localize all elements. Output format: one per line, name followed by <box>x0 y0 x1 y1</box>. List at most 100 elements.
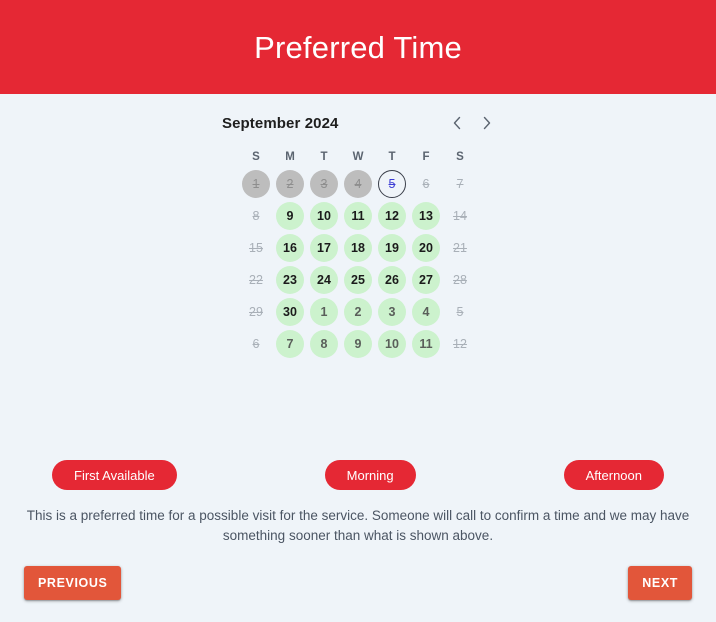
calendar-day-available[interactable]: 20 <box>412 234 440 262</box>
calendar-day-available[interactable]: 13 <box>412 202 440 230</box>
calendar-cell: 8 <box>307 328 341 360</box>
time-option-button[interactable]: Morning <box>324 460 416 490</box>
calendar-day-available[interactable]: 4 <box>412 298 440 326</box>
calendar-header: September 2024 <box>210 108 506 138</box>
calendar-cell: 13 <box>409 200 443 232</box>
calendar-cell: 18 <box>341 232 375 264</box>
calendar-cell: 23 <box>273 264 307 296</box>
calendar-day-available[interactable]: 1 <box>310 298 338 326</box>
calendar-cell: 17 <box>307 232 341 264</box>
calendar-cell: 1 <box>307 296 341 328</box>
calendar-day-available[interactable]: 26 <box>378 266 406 294</box>
chevron-right-icon <box>481 115 493 131</box>
calendar-cell: 5 <box>375 168 409 200</box>
calendar-weekday-header: T <box>388 151 396 163</box>
disclaimer-text: This is a preferred time for a possible … <box>26 508 690 543</box>
calendar-day-available[interactable]: 9 <box>276 202 304 230</box>
calendar-day-disabled: 21 <box>453 240 467 255</box>
time-option-button[interactable]: Afternoon <box>563 460 664 490</box>
calendar-cell: 20 <box>409 232 443 264</box>
calendar-cell: 5 <box>443 296 477 328</box>
calendar-day-disabled: 28 <box>453 272 467 287</box>
calendar-day-available[interactable]: 19 <box>378 234 406 262</box>
calendar-cell: 16 <box>273 232 307 264</box>
calendar-day-available[interactable]: 25 <box>344 266 372 294</box>
time-options-row: First Available Morning Afternoon <box>0 460 716 490</box>
calendar-cell: 12 <box>443 328 477 360</box>
calendar-day-available[interactable]: 16 <box>276 234 304 262</box>
calendar-day-disabled: 3 <box>310 170 338 198</box>
calendar-cell: 10 <box>375 328 409 360</box>
calendar-cell: 19 <box>375 232 409 264</box>
calendar-day-disabled: 15 <box>249 240 263 255</box>
time-option-button[interactable]: First Available <box>52 460 177 490</box>
calendar-day-available[interactable]: 12 <box>378 202 406 230</box>
calendar-day-disabled: 22 <box>249 272 263 287</box>
calendar-cell: 1 <box>239 168 273 200</box>
calendar-cell: 4 <box>341 168 375 200</box>
calendar-cell: 14 <box>443 200 477 232</box>
calendar-cell: 3 <box>307 168 341 200</box>
calendar-prev-button[interactable] <box>442 108 472 138</box>
calendar-next-button[interactable] <box>472 108 502 138</box>
calendar-cell: 4 <box>409 296 443 328</box>
calendar-day-disabled: 6 <box>422 176 430 191</box>
calendar-section: September 2024 SMTWTFS12 3 4 5 6 7 8 9 1… <box>0 94 716 360</box>
calendar-cell: 3 <box>375 296 409 328</box>
calendar-weekday-header: T <box>320 151 328 163</box>
calendar-day-available[interactable]: 10 <box>310 202 338 230</box>
calendar-day-available[interactable]: 17 <box>310 234 338 262</box>
calendar-day-disabled: 2 <box>276 170 304 198</box>
calendar-cell: 29 <box>239 296 273 328</box>
calendar-weekday-header: M <box>285 151 295 163</box>
chevron-left-icon <box>451 115 463 131</box>
calendar-day-available[interactable]: 9 <box>344 330 372 358</box>
calendar-cell: 8 <box>239 200 273 232</box>
calendar-cell: 27 <box>409 264 443 296</box>
wizard-footer: PREVIOUS NEXT <box>0 566 716 622</box>
calendar: September 2024 SMTWTFS12 3 4 5 6 7 8 9 1… <box>210 108 506 360</box>
calendar-day-available[interactable]: 10 <box>378 330 406 358</box>
calendar-day-disabled: 12 <box>453 336 467 351</box>
layout-spacer <box>0 360 716 460</box>
calendar-cell: 25 <box>341 264 375 296</box>
calendar-weekday-header: W <box>352 151 364 163</box>
calendar-cell: 2 <box>341 296 375 328</box>
calendar-day-disabled: 1 <box>242 170 270 198</box>
calendar-month-label: September 2024 <box>222 114 339 132</box>
calendar-cell: 9 <box>273 200 307 232</box>
calendar-day-available[interactable]: 11 <box>412 330 440 358</box>
calendar-day-available[interactable]: 11 <box>344 202 372 230</box>
calendar-day-available[interactable]: 2 <box>344 298 372 326</box>
calendar-day-available[interactable]: 7 <box>276 330 304 358</box>
page-title: Preferred Time <box>254 29 462 65</box>
calendar-cell: 2 <box>273 168 307 200</box>
calendar-cell: 6 <box>239 328 273 360</box>
previous-button[interactable]: PREVIOUS <box>24 566 122 600</box>
calendar-day-available[interactable]: 30 <box>276 298 304 326</box>
calendar-day-disabled: 5 <box>456 304 464 319</box>
calendar-day-disabled: 4 <box>344 170 372 198</box>
preferred-time-screen: Preferred Time September 2024 S M T W T … <box>0 0 716 622</box>
calendar-cell: 24 <box>307 264 341 296</box>
calendar-day-available[interactable]: 18 <box>344 234 372 262</box>
calendar-weekday-header: S <box>252 151 260 163</box>
calendar-cell: 11 <box>409 328 443 360</box>
calendar-cell: 15 <box>239 232 273 264</box>
calendar-cell: 12 <box>375 200 409 232</box>
page-header: Preferred Time <box>0 0 716 94</box>
calendar-grid: S M T W T F S 1 2 3 4 5 6 7 8 9 10 11 12 13 14 15 16 17 18 19 20 21… <box>210 146 506 360</box>
calendar-cell: 9 <box>341 328 375 360</box>
calendar-day-available[interactable]: 27 <box>412 266 440 294</box>
calendar-day-disabled: 7 <box>456 176 464 191</box>
calendar-day-available[interactable]: 3 <box>378 298 406 326</box>
calendar-cell: 10 <box>307 200 341 232</box>
next-button[interactable]: NEXT <box>628 566 692 600</box>
calendar-cell: 11 <box>341 200 375 232</box>
calendar-day-available[interactable]: 8 <box>310 330 338 358</box>
calendar-cell: 26 <box>375 264 409 296</box>
calendar-day-available[interactable]: 23 <box>276 266 304 294</box>
calendar-day-available[interactable]: 24 <box>310 266 338 294</box>
calendar-cell: 28 <box>443 264 477 296</box>
calendar-day-disabled: 29 <box>249 304 263 319</box>
